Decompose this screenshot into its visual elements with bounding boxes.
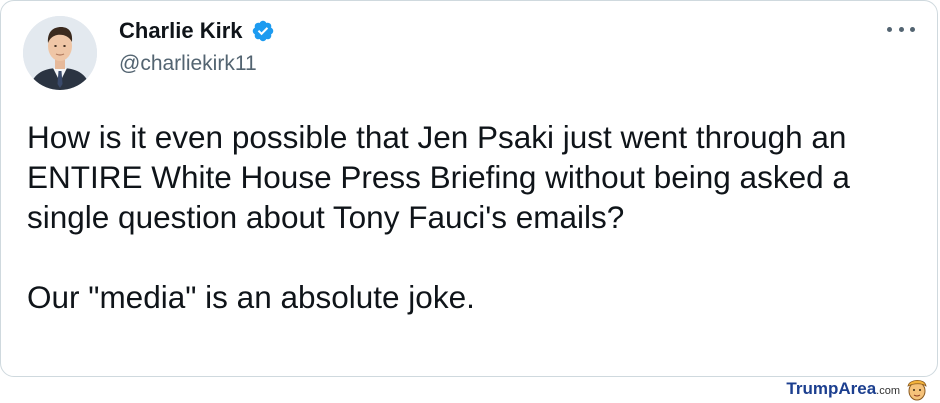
- more-dot: [887, 26, 892, 32]
- more-dot: [910, 26, 915, 32]
- tweet-paragraph-2: Our "media" is an absolute joke.: [27, 279, 475, 315]
- tweet-card: Charlie Kirk @charliekirk11 How is it ev…: [0, 0, 938, 377]
- watermark: TrumpArea.com: [786, 377, 928, 401]
- trump-face-logo-icon: [907, 379, 927, 401]
- avatar[interactable]: [23, 16, 97, 90]
- watermark-brand: TrumpArea: [786, 379, 877, 398]
- watermark-suffix: .com: [876, 385, 900, 397]
- more-options-icon[interactable]: [887, 21, 915, 37]
- more-dot: [898, 26, 904, 32]
- verified-badge-icon: [252, 20, 273, 42]
- tweet-paragraph-1: How is it even possible that Jen Psaki j…: [27, 119, 850, 235]
- tweet-text: How is it even possible that Jen Psaki j…: [27, 117, 927, 317]
- avatar-image: [23, 16, 97, 90]
- page: Charlie Kirk @charliekirk11 How is it ev…: [0, 0, 940, 403]
- watermark-text: TrumpArea.com: [786, 379, 900, 399]
- author-name-text[interactable]: Charlie Kirk: [119, 18, 243, 44]
- author-handle[interactable]: @charliekirk11: [119, 52, 257, 76]
- author-name[interactable]: Charlie Kirk: [119, 18, 275, 44]
